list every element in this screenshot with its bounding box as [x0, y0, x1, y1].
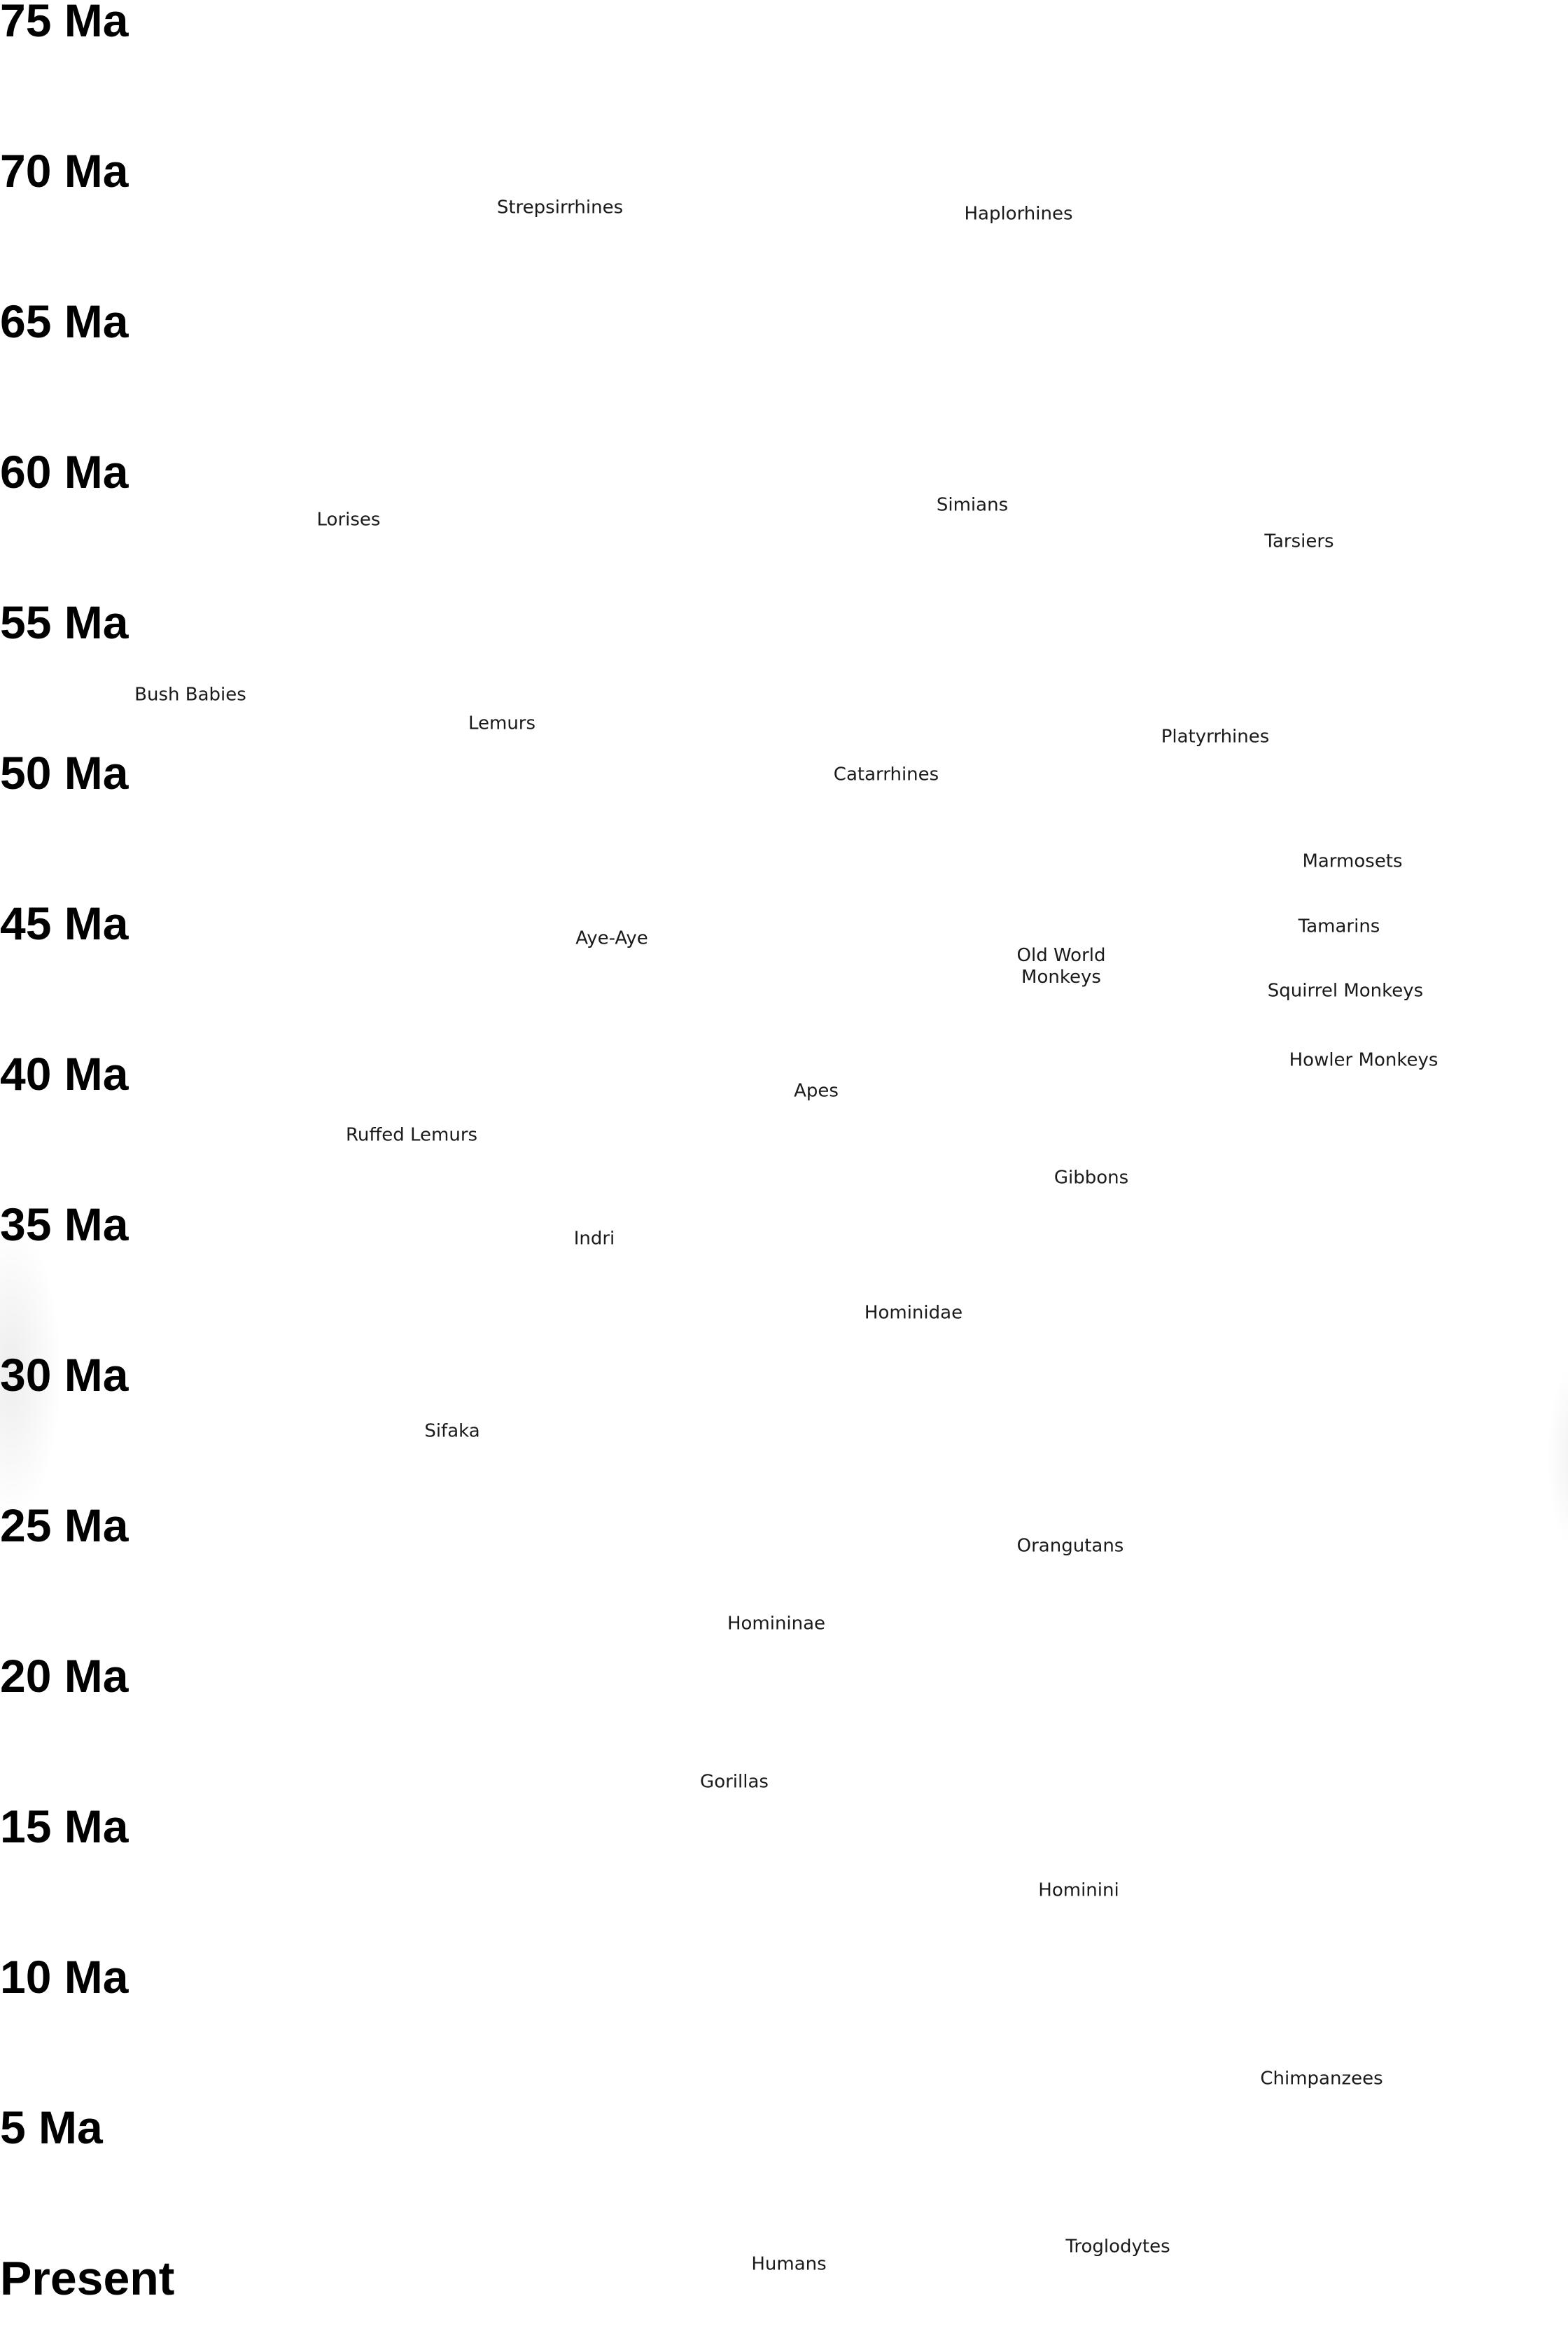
taxon-label-haplorhines: Haplorhines	[964, 203, 1073, 225]
taxon-label-chimpanzees: Chimpanzees	[1260, 2068, 1383, 2090]
taxon-label-homininae: Homininae	[727, 1613, 826, 1634]
phylogeny-timeline: 75 Ma 70 Ma 65 Ma 60 Ma 55 Ma 50 Ma 45 M…	[0, 0, 1568, 2352]
taxon-label-hominini: Hominini	[1038, 1879, 1119, 1901]
axis-label-50-ma: 50 Ma	[0, 747, 129, 799]
axis-label-5-ma: 5 Ma	[0, 2101, 103, 2153]
taxon-label-catarrhines: Catarrhines	[833, 764, 939, 785]
axis-label-65-ma: 65 Ma	[0, 295, 129, 347]
axis-label-10-ma: 10 Ma	[0, 1951, 129, 2003]
axis-label-25-ma: 25 Ma	[0, 1499, 129, 1551]
axis-label-40-ma: 40 Ma	[0, 1048, 129, 1100]
taxon-label-howler-monkeys: Howler Monkeys	[1289, 1049, 1438, 1071]
axis-label-15-ma: 15 Ma	[0, 1800, 129, 1852]
taxon-label-marmosets: Marmosets	[1302, 850, 1403, 872]
taxon-label-humans: Humans	[751, 2253, 827, 2275]
axis-label-75-ma: 75 Ma	[0, 0, 129, 46]
taxon-label-orangutans: Orangutans	[1016, 1535, 1124, 1557]
taxon-label-troglodytes: Troglodytes	[1065, 2236, 1170, 2258]
axis-label-70-ma: 70 Ma	[0, 145, 129, 197]
axis-label-60-ma: 60 Ma	[0, 446, 129, 498]
taxon-label-old-world-monkeys: Old World Monkeys	[1016, 944, 1106, 988]
axis-label-20-ma: 20 Ma	[0, 1650, 129, 1702]
taxon-label-indri: Indri	[573, 1228, 615, 1250]
axis-label-45-ma: 45 Ma	[0, 897, 129, 949]
taxon-label-lemurs: Lemurs	[468, 713, 536, 734]
taxon-label-bush-babies: Bush Babies	[134, 684, 246, 706]
taxon-label-gibbons: Gibbons	[1054, 1167, 1129, 1189]
taxon-label-strepsirrhines: Strepsirrhines	[496, 197, 624, 218]
axis-label-55-ma: 55 Ma	[0, 596, 129, 648]
taxon-label-aye-aye: Aye-Aye	[575, 927, 648, 949]
background-shade	[1547, 1365, 1568, 1547]
taxon-label-platyrrhines: Platyrrhines	[1161, 726, 1270, 748]
axis-label-present: Present	[0, 2252, 175, 2305]
axis-label-30-ma: 30 Ma	[0, 1349, 129, 1401]
taxon-label-tarsiers: Tarsiers	[1264, 531, 1334, 552]
taxon-label-apes: Apes	[794, 1080, 839, 1102]
taxon-label-lorises: Lorises	[316, 509, 381, 531]
taxon-label-hominidae: Hominidae	[864, 1302, 963, 1324]
taxon-label-squirrel-monkeys: Squirrel Monkeys	[1267, 980, 1424, 1002]
taxon-label-simians: Simians	[936, 494, 1009, 516]
taxon-label-gorillas: Gorillas	[700, 1771, 769, 1793]
axis-label-35-ma: 35 Ma	[0, 1198, 129, 1250]
taxon-label-tamarins: Tamarins	[1298, 916, 1380, 937]
taxon-label-sifaka: Sifaka	[424, 1420, 480, 1442]
taxon-label-ruffed-lemurs: Ruffed Lemurs	[345, 1124, 478, 1146]
